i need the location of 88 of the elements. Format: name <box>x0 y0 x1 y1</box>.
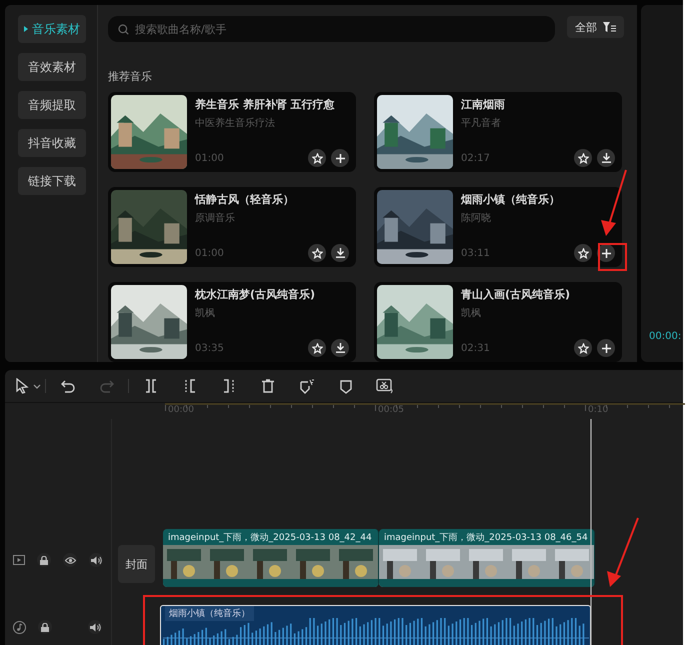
annotation-arrow <box>606 516 640 588</box>
favorite-button[interactable] <box>574 244 592 262</box>
favorite-button[interactable] <box>308 244 326 262</box>
annotation-arrow <box>600 168 630 238</box>
star-icon <box>578 342 588 354</box>
timecode: 00:00: <box>649 331 682 342</box>
trim-left-icon[interactable] <box>182 379 196 393</box>
video-clip[interactable]: imageinput_下雨，微动_2025-03-13 08_46_54 <box>379 529 595 587</box>
track-title: 烟雨小镇（纯音乐） <box>461 192 561 207</box>
add-button[interactable] <box>331 149 349 167</box>
star-icon <box>312 342 322 354</box>
track-title: 江南烟雨 <box>461 97 506 112</box>
download-button[interactable] <box>597 149 615 167</box>
track-duration: 03:11 <box>461 248 490 258</box>
pointer-icon[interactable] <box>15 378 41 394</box>
download-icon <box>336 248 344 258</box>
plus-icon <box>336 154 344 162</box>
track-artist: 平凡音者 <box>461 116 502 130</box>
sidebar-tab[interactable]: 链接下载 <box>18 167 86 195</box>
track-title: 恬静古风（轻音乐） <box>195 192 295 207</box>
cover-button[interactable]: 封面 <box>118 545 155 583</box>
search-field[interactable]: 搜索歌曲名称/歌手 <box>108 16 555 42</box>
volume-button[interactable] <box>88 620 102 634</box>
music-card[interactable]: 青山入画(古风纯音乐) 凯枫 02:31 <box>374 282 622 362</box>
sidebar-tab[interactable]: 音频提取 <box>18 91 86 119</box>
download-button[interactable] <box>331 339 349 357</box>
track-title: 青山入画(古风纯音乐) <box>461 287 572 302</box>
star-icon <box>312 152 322 164</box>
star-icon <box>578 152 588 164</box>
audio-cut-icon[interactable] <box>376 378 394 394</box>
favorite-button[interactable] <box>574 339 592 357</box>
sidebar-tab[interactable]: 抖音收藏 <box>18 129 86 157</box>
music-card[interactable]: 烟雨小镇（纯音乐） 陈阿晓 03:11 <box>374 187 622 267</box>
selected-indicator-icon <box>24 26 28 32</box>
plus-icon <box>602 248 610 258</box>
music-card[interactable]: 枕水江南梦(古风纯音乐) 凯枫 03:35 <box>108 282 356 362</box>
plus-icon <box>602 344 610 352</box>
music-card[interactable]: 江南烟雨 平凡音者 02:17 <box>374 92 622 172</box>
music-card[interactable]: 恬静古风（轻音乐） 原调音乐 01:00 <box>108 187 356 267</box>
track-artist: 凯枫 <box>461 306 482 320</box>
track-duration: 01:00 <box>195 152 224 164</box>
ruler-label: 00:05 <box>377 405 404 415</box>
delete-icon[interactable] <box>260 379 274 393</box>
add-button[interactable] <box>597 339 615 357</box>
download-icon <box>602 153 610 163</box>
filter-button[interactable]: 全部 <box>567 16 624 38</box>
search-icon <box>118 24 129 35</box>
clip-label: imageinput_下雨，微动_2025-03-13 08_42_44 <box>167 532 373 545</box>
star-icon <box>578 248 588 258</box>
star-icon <box>312 248 322 258</box>
filter-icon <box>603 22 616 32</box>
trim-right-icon[interactable] <box>222 379 236 393</box>
video-clip[interactable]: imageinput_下雨，微动_2025-03-13 08_42_44 <box>163 529 379 587</box>
track-title: 养生音乐 养肝补肾 五行疗愈 <box>195 97 336 112</box>
undo-icon[interactable] <box>60 379 74 393</box>
download-button[interactable] <box>331 244 349 262</box>
track-artist: 原调音乐 <box>195 212 236 225</box>
ruler-label: 0:10 <box>587 405 608 415</box>
visibility-button[interactable] <box>63 553 77 567</box>
track-duration: 03:35 <box>195 342 224 354</box>
track-artist: 凯枫 <box>195 306 216 320</box>
audio-clip[interactable]: 烟雨小镇（纯音乐） <box>160 605 591 645</box>
video-track-icon[interactable] <box>13 555 25 565</box>
section-title: 推荐音乐 <box>108 69 153 84</box>
track-duration: 02:17 <box>461 152 490 164</box>
lock-button[interactable] <box>37 553 51 567</box>
track-duration: 02:31 <box>461 342 490 354</box>
favorite-button[interactable] <box>308 149 326 167</box>
ai-marker-icon[interactable] <box>298 378 314 394</box>
clip-label: imageinput_下雨，微动_2025-03-13 08_46_54 <box>383 532 589 545</box>
volume-button[interactable] <box>89 553 103 567</box>
download-icon <box>336 343 344 353</box>
track-artist: 陈阿晓 <box>461 212 492 225</box>
lock-button[interactable] <box>38 620 52 634</box>
clip-label: 烟雨小镇（纯音乐） <box>165 606 254 621</box>
favorite-button[interactable] <box>308 339 326 357</box>
sidebar-tab[interactable]: 音效素材 <box>18 53 86 81</box>
favorite-button[interactable] <box>574 149 592 167</box>
ruler-label: 00:00 <box>167 405 194 415</box>
music-track-icon[interactable] <box>13 620 26 634</box>
highlight-box <box>598 243 627 271</box>
track-artist: 中医养生音乐疗法 <box>195 116 276 130</box>
marker-icon[interactable] <box>338 378 352 394</box>
split-icon[interactable] <box>144 379 158 393</box>
track-title: 枕水江南梦(古风纯音乐) <box>195 287 316 302</box>
track-duration: 01:00 <box>195 248 224 258</box>
music-card[interactable]: 养生音乐 养肝补肾 五行疗愈 中医养生音乐疗法 01:00 <box>108 92 356 172</box>
sidebar-tab[interactable]: 音乐素材 <box>18 15 86 43</box>
